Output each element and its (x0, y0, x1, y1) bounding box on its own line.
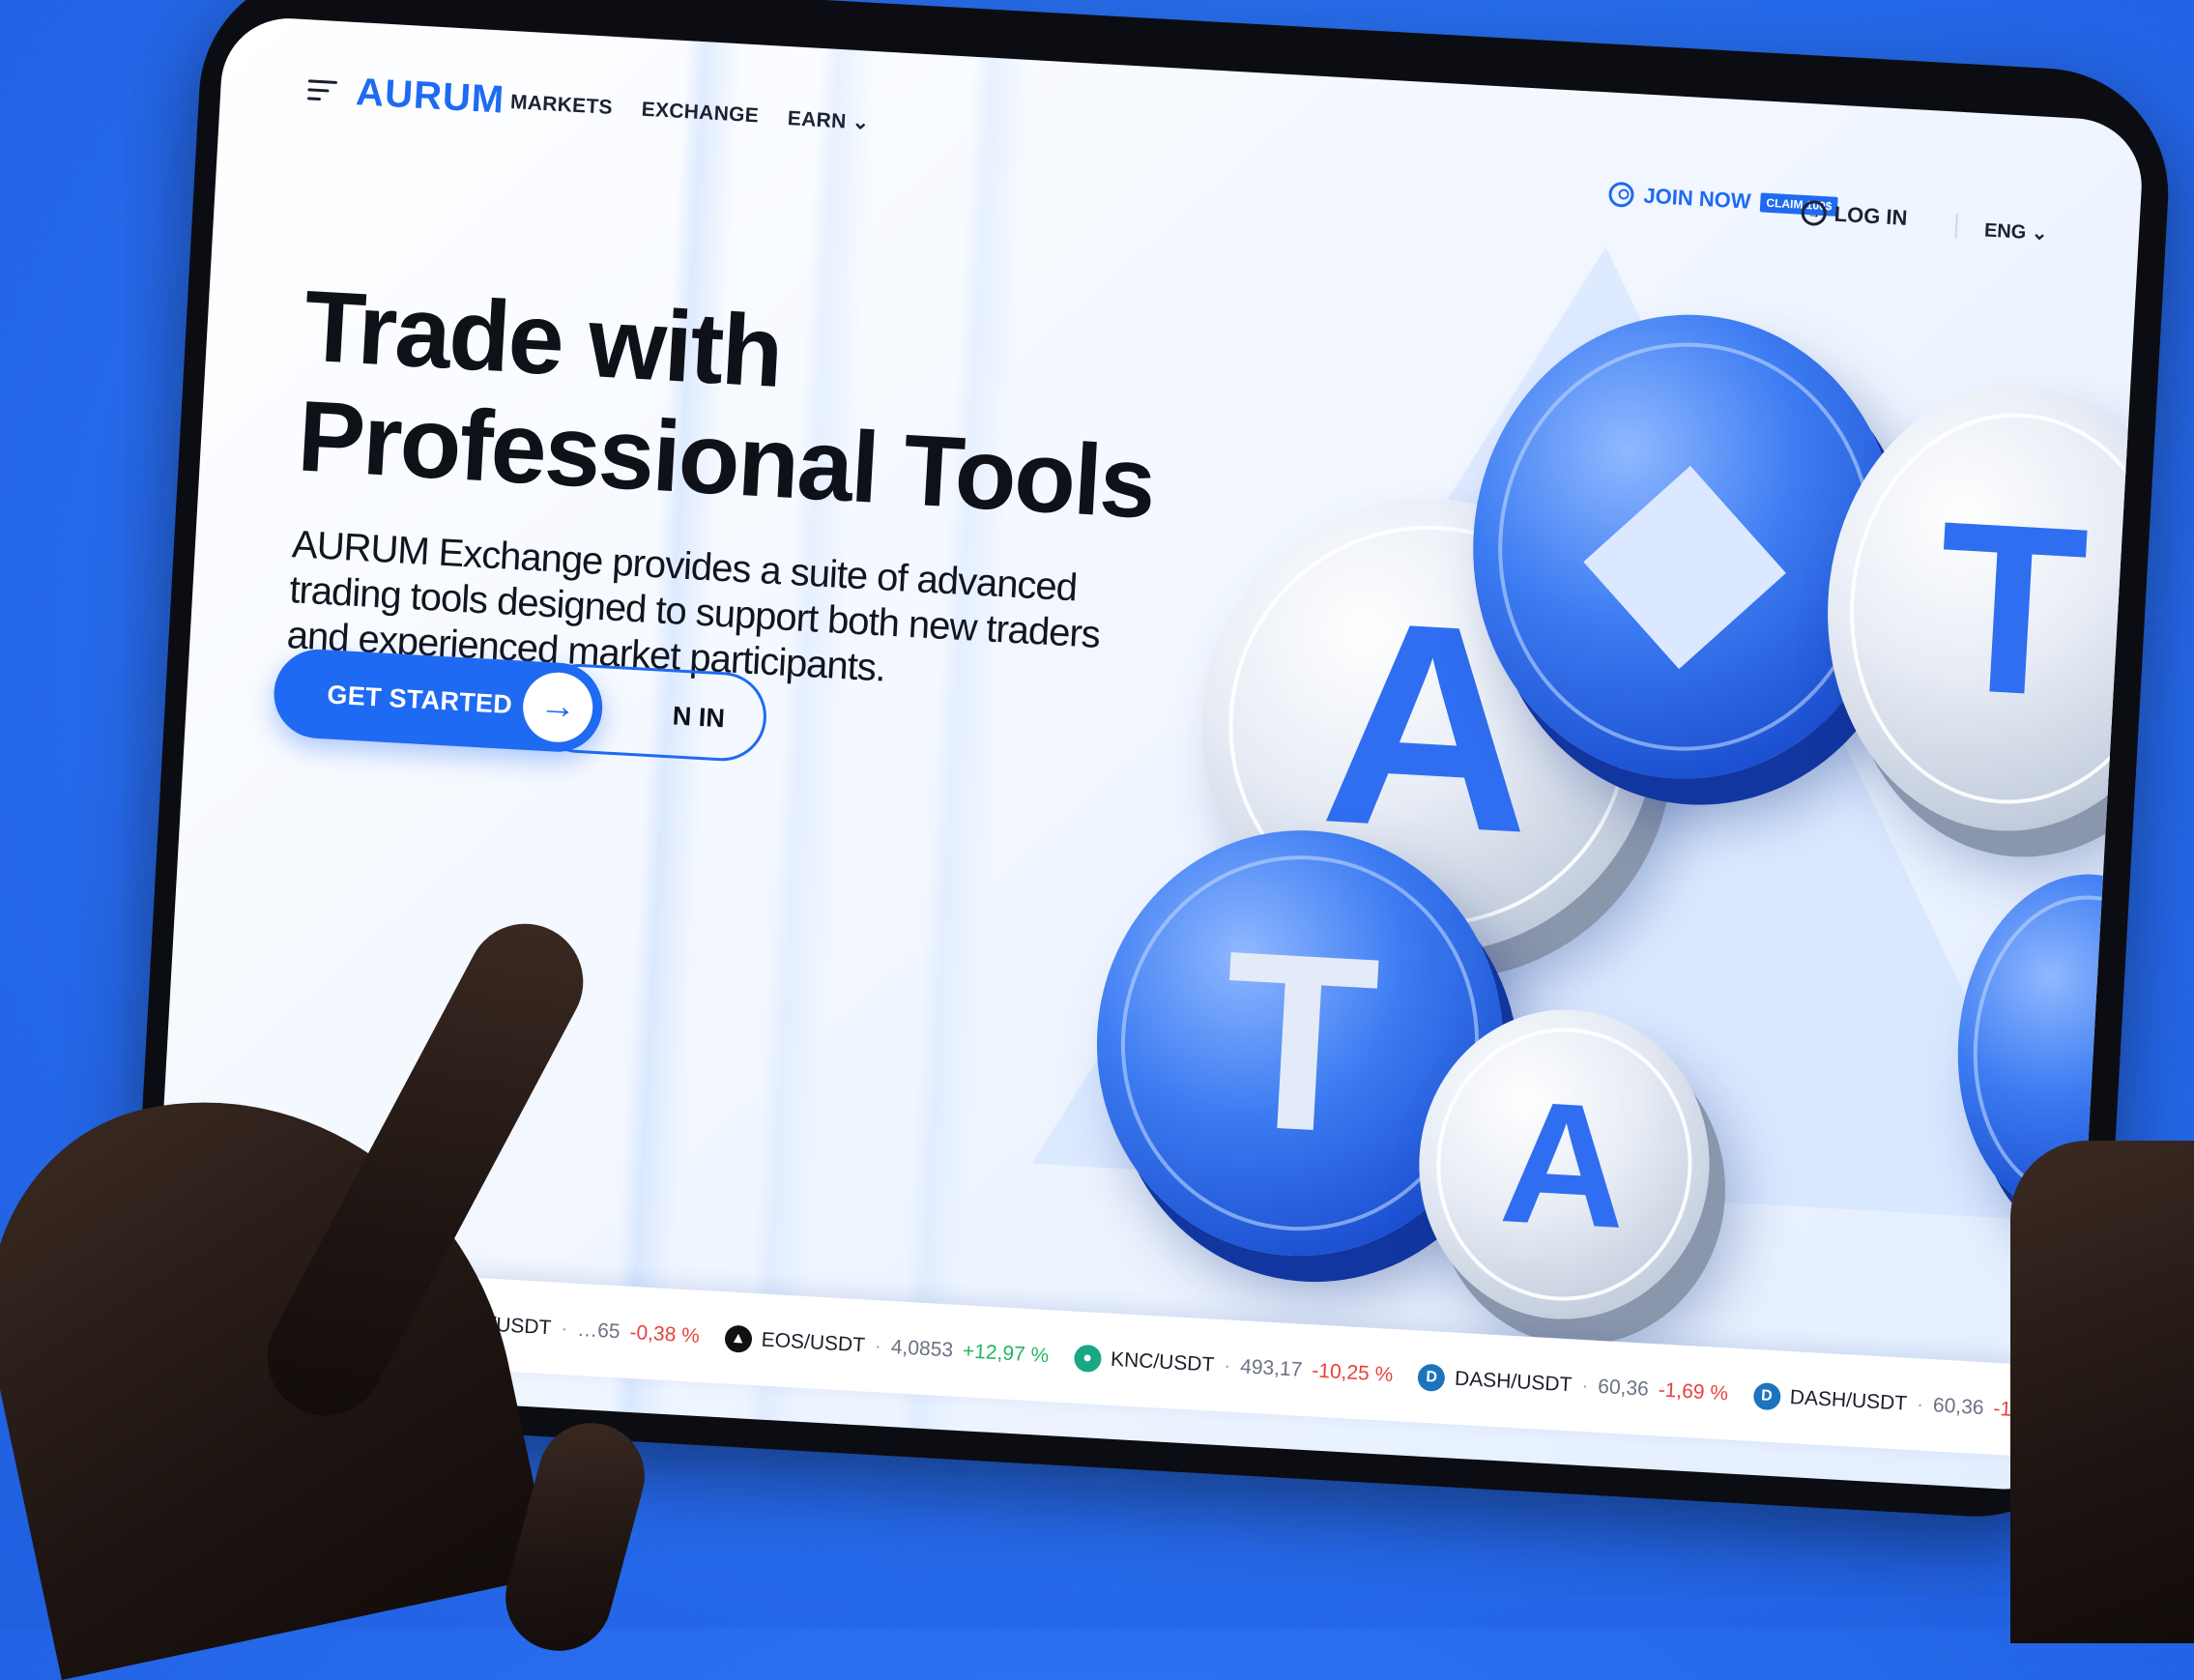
ticker-separator: · (874, 1334, 882, 1357)
ticker-pair: EOS/USDT (761, 1328, 866, 1356)
ticker-price: …65 (576, 1318, 621, 1343)
nav-markets[interactable]: MARKETS (509, 91, 613, 121)
ticker-change: -1,69 % (1658, 1377, 1729, 1405)
ticker-separator: · (1580, 1374, 1589, 1397)
ticker-separator: · (1223, 1353, 1231, 1377)
get-started-button[interactable]: GET STARTED → (272, 647, 605, 755)
coin-tether-silver: T (1815, 376, 2146, 841)
nav-exchange[interactable]: EXCHANGE (641, 99, 760, 130)
hero-title: Trade with Professional Tools (295, 271, 1163, 541)
ticker-pair: KNC/USDT (1110, 1347, 1215, 1376)
ticker-pair: DASH/USDT (1454, 1367, 1573, 1396)
ticker-item[interactable]: D DASH/USDT · 60,36 -1,69 % (1417, 1363, 1729, 1407)
language-selector[interactable]: ENG ⌄ (1983, 217, 2048, 246)
header-divider (1954, 213, 1958, 239)
user-icon (1607, 181, 1635, 209)
coin-icon: D (1417, 1363, 1446, 1392)
coin-icon: ● (1073, 1344, 1102, 1373)
ticker-separator: · (560, 1317, 568, 1340)
main-nav: MARKETS EXCHANGE EARN ⌄ (509, 91, 870, 135)
ticker-price: 60,36 (1932, 1393, 1985, 1419)
login-button-label: N IN (672, 701, 726, 734)
ticker-price: 60,36 (1597, 1375, 1650, 1401)
ticker-change: -0,38 % (628, 1320, 701, 1347)
ticker-separator: · (1916, 1392, 1924, 1416)
header-login-label: LOG IN (1833, 201, 1909, 230)
coin-icon: ▲ (723, 1323, 753, 1353)
get-started-label: GET STARTED (326, 679, 513, 719)
ticker-change: -10,25 % (1311, 1358, 1394, 1386)
arrow-right-icon: → (521, 670, 595, 744)
ticker-item[interactable]: ● KNC/USDT · 493,17 -10,25 % (1073, 1344, 1394, 1388)
coin-aurum-silver-lower: A (1410, 1001, 1718, 1327)
header-login-link[interactable]: → LOG IN (1801, 199, 1909, 231)
photo-stage: AURUM MARKETS EXCHANGE EARN ⌄ JOIN NOW C… (0, 0, 2194, 1680)
aurum-logo[interactable]: AURUM (355, 71, 505, 123)
hamburger-menu-icon[interactable] (306, 79, 337, 102)
coin-icon: D (1752, 1381, 1781, 1410)
ticker-price: 4,0853 (890, 1335, 954, 1362)
nav-earn[interactable]: EARN ⌄ (787, 106, 870, 135)
ticker-pair: DASH/USDT (1789, 1385, 1908, 1415)
ticker-price: 493,17 (1239, 1354, 1304, 1381)
ticker-change: +12,97 % (962, 1339, 1050, 1367)
join-now-label: JOIN NOW (1642, 183, 1752, 214)
login-icon: → (1801, 199, 1828, 227)
right-hand (2010, 1141, 2194, 1643)
ticker-item[interactable]: ▲ EOS/USDT · 4,0853 +12,97 % (723, 1323, 1050, 1370)
